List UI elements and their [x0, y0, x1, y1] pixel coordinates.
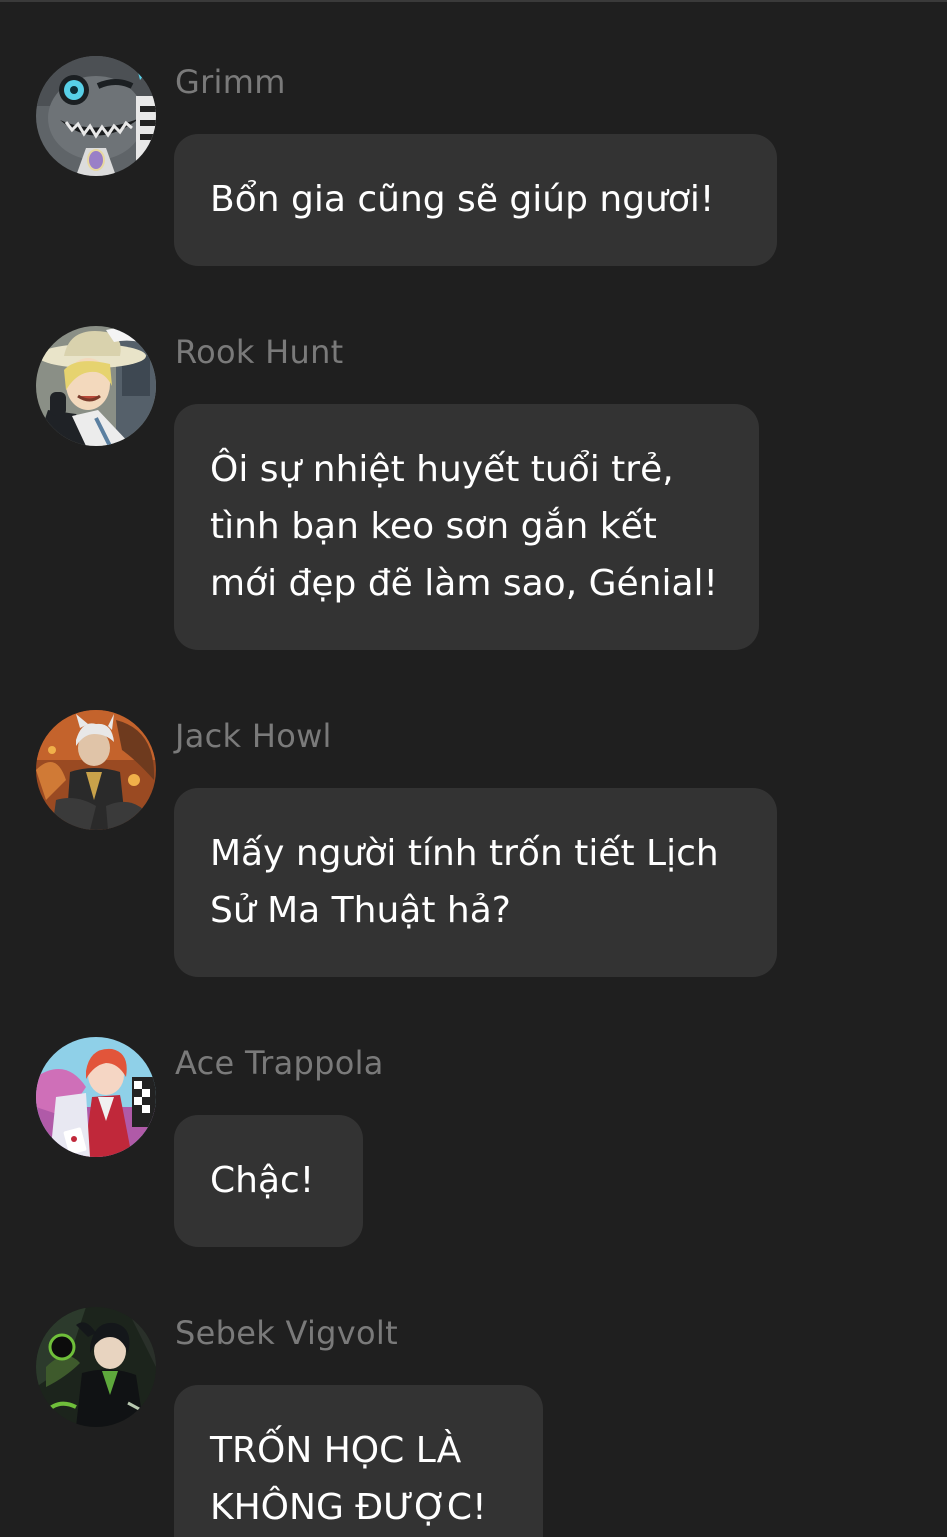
- message-text: Sử Ma Thuật hả?: [210, 890, 511, 931]
- message-text: tình bạn keo sơn gắn kết: [210, 506, 657, 547]
- message-bubble[interactable]: TRỐN HỌC LÀ KHÔNG ĐƯỢC!: [174, 1385, 543, 1537]
- message-text: TRỐN HỌC LÀ: [210, 1430, 462, 1471]
- top-edge-divider: [0, 0, 947, 2]
- ace-trappola-avatar-icon[interactable]: [36, 1037, 156, 1157]
- jack-howl-avatar-icon[interactable]: [36, 710, 156, 830]
- sender-name: Grimm: [175, 63, 286, 101]
- grimm-cat-avatar-icon[interactable]: [36, 56, 156, 176]
- message-text: mới đẹp đẽ làm sao, Génial!: [210, 563, 718, 604]
- sender-name: Sebek Vigvolt: [175, 1314, 398, 1352]
- sender-name: Jack Howl: [175, 717, 332, 755]
- message-bubble[interactable]: Mấy người tính trốn tiết Lịch Sử Ma Thuậ…: [174, 788, 777, 977]
- message-text: Ôi sự nhiệt huyết tuổi trẻ,: [210, 449, 674, 490]
- sender-name: Ace Trappola: [175, 1044, 384, 1082]
- sender-name: Rook Hunt: [175, 333, 344, 371]
- message-text: Mấy người tính trốn tiết Lịch: [210, 833, 719, 874]
- message-bubble[interactable]: Ôi sự nhiệt huyết tuổi trẻ, tình bạn keo…: [174, 404, 759, 650]
- rook-hunt-avatar-icon[interactable]: [36, 326, 156, 446]
- message-text: Bổn gia cũng sẽ giúp ngươi!: [210, 179, 715, 220]
- sebek-vigvolt-avatar-icon[interactable]: [36, 1307, 156, 1427]
- message-bubble[interactable]: Chậc!: [174, 1115, 363, 1247]
- message-bubble[interactable]: Bổn gia cũng sẽ giúp ngươi!: [174, 134, 777, 266]
- message-text: KHÔNG ĐƯỢC!: [210, 1487, 487, 1528]
- message-text: Chậc!: [210, 1160, 315, 1201]
